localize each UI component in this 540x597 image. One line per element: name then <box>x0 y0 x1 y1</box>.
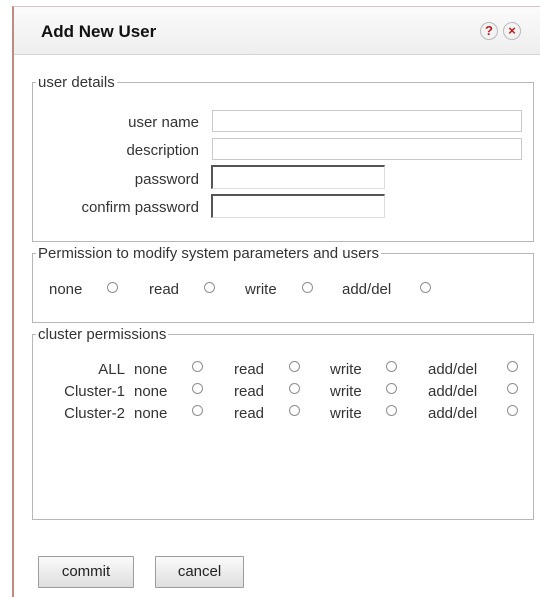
all-none-label: none <box>134 361 168 378</box>
user-name-input[interactable] <box>212 110 522 132</box>
add-user-dialog: Add New User ? × user details user name … <box>12 6 540 597</box>
cluster2-write-label: write <box>330 405 362 422</box>
help-icon[interactable]: ? <box>480 22 498 40</box>
cluster1-write-radio[interactable] <box>386 383 397 394</box>
system-write-radio[interactable] <box>302 282 313 293</box>
cluster1-none-label: none <box>134 383 168 400</box>
close-icon[interactable]: × <box>503 22 521 40</box>
cluster1-adddel-label: add/del <box>428 383 478 400</box>
commit-button[interactable]: commit <box>38 556 134 588</box>
cluster-row-label: Cluster-2 <box>64 405 125 422</box>
cluster1-write-label: write <box>330 383 362 400</box>
dialog-titlebar: Add New User ? × <box>14 7 540 55</box>
system-read-label: read <box>149 281 180 298</box>
all-none-radio[interactable] <box>192 361 203 372</box>
cluster1-adddel-radio[interactable] <box>507 383 518 394</box>
all-adddel-radio[interactable] <box>507 361 518 372</box>
user-name-label: user name <box>128 114 199 131</box>
system-none-radio[interactable] <box>107 282 118 293</box>
dialog-title: Add New User <box>41 22 157 41</box>
system-adddel-radio[interactable] <box>420 282 431 293</box>
system-permission-legend: Permission to modify system parameters a… <box>38 245 379 262</box>
cluster2-adddel-label: add/del <box>428 405 478 422</box>
all-write-label: write <box>330 361 362 378</box>
cluster2-read-label: read <box>234 405 265 422</box>
cluster1-read-label: read <box>234 383 265 400</box>
cluster1-none-radio[interactable] <box>192 383 203 394</box>
cancel-button[interactable]: cancel <box>155 556 244 588</box>
system-none-label: none <box>49 281 83 298</box>
password-input[interactable] <box>211 165 385 189</box>
system-adddel-label: add/del <box>342 281 392 298</box>
description-input[interactable] <box>212 138 522 160</box>
cluster-permissions-legend: cluster permissions <box>38 326 167 343</box>
system-write-label: write <box>245 281 277 298</box>
user-details-legend: user details <box>38 74 115 91</box>
cluster-row-label: Cluster-1 <box>64 383 125 400</box>
cluster2-write-radio[interactable] <box>386 405 397 416</box>
confirm-password-label: confirm password <box>81 199 199 216</box>
confirm-password-input[interactable] <box>211 194 385 218</box>
cluster-permissions-fieldset: cluster permissions <box>32 326 534 520</box>
all-write-radio[interactable] <box>386 361 397 372</box>
cluster2-none-label: none <box>134 405 168 422</box>
cluster2-adddel-radio[interactable] <box>507 405 518 416</box>
all-read-label: read <box>234 361 265 378</box>
cluster2-none-radio[interactable] <box>192 405 203 416</box>
cluster2-read-radio[interactable] <box>289 405 300 416</box>
all-adddel-label: add/del <box>428 361 478 378</box>
cluster1-read-radio[interactable] <box>289 383 300 394</box>
description-label: description <box>126 142 199 159</box>
system-read-radio[interactable] <box>204 282 215 293</box>
cluster-row-label: ALL <box>98 361 125 378</box>
password-label: password <box>134 171 199 188</box>
all-read-radio[interactable] <box>289 361 300 372</box>
